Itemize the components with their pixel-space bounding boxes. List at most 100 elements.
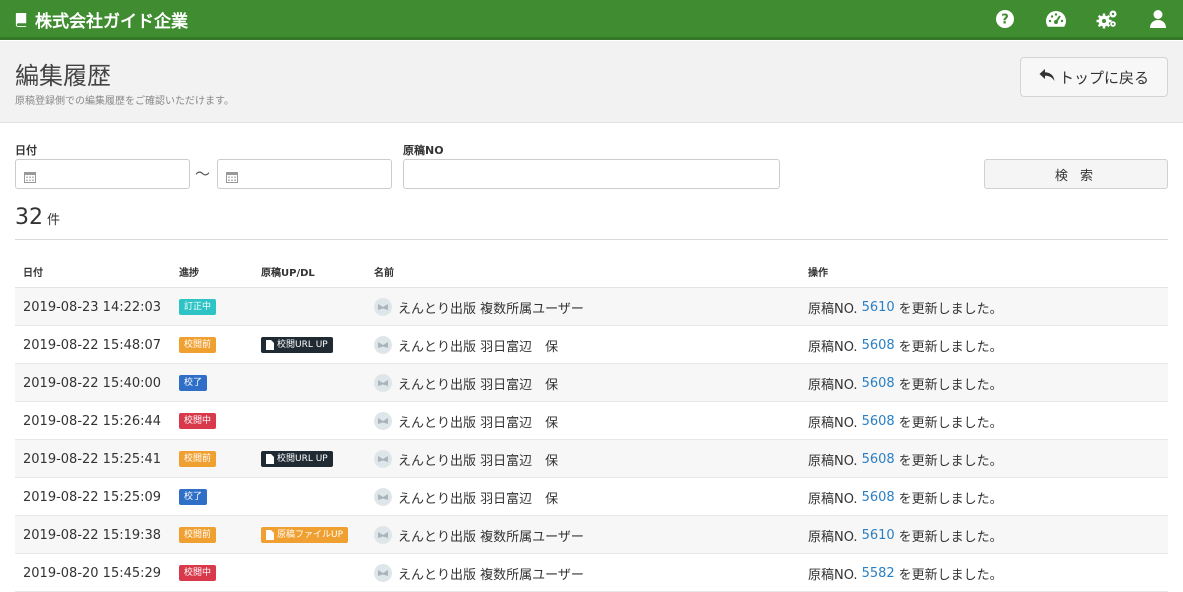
table-row: 2019-08-20 15:45:29 校閲中 えんとり出版 複数所属ユーザー 原稿N… (15, 554, 1168, 592)
op-prefix: 原稿NO. (808, 301, 858, 317)
row-name-cell: えんとり出版 羽日富辺 保 (374, 326, 558, 364)
op-prefix: 原稿NO. (808, 339, 858, 355)
row-status-cell: 校了 (179, 364, 208, 402)
manuscript-no-link[interactable]: 5608 (862, 490, 895, 505)
row-date: 2019-08-22 15:25:41 (23, 451, 162, 467)
calendar-icon (226, 168, 238, 187)
date-range-separator: 〜 (195, 165, 211, 183)
manuscript-no-link[interactable]: 5608 (862, 452, 895, 467)
row-operation: 原稿NO. 5582 を更新しました。 (808, 554, 1003, 592)
row-user-name: えんとり出版 羽日富辺 保 (398, 415, 559, 431)
op-prefix: 原稿NO. (808, 415, 858, 431)
op-suffix: を更新しました。 (898, 377, 1003, 393)
status-badge: 校閲前 (179, 451, 217, 467)
avatar-icon (374, 488, 392, 506)
manuscript-no-link[interactable]: 5610 (862, 528, 895, 543)
back-button-label: トップに戻る (1058, 68, 1149, 87)
row-operation: 原稿NO. 5608 を更新しました。 (808, 440, 1003, 478)
row-name-cell: えんとり出版 複数所属ユーザー (374, 516, 584, 554)
manuscript-no-link[interactable]: 5608 (862, 414, 895, 429)
row-name-cell: えんとり出版 羽日富辺 保 (374, 440, 558, 478)
manuscript-no-link[interactable]: 5608 (862, 376, 895, 391)
date-from-input[interactable] (15, 159, 190, 189)
status-badge: 校閲中 (179, 565, 217, 581)
brand-name: 株式会社ガイド企業 (35, 11, 188, 32)
status-badge: 校閲前 (179, 337, 217, 353)
book-icon (14, 12, 29, 27)
op-prefix: 原稿NO. (808, 567, 858, 583)
op-suffix: を更新しました。 (898, 529, 1003, 545)
divider (15, 239, 1168, 240)
result-count-unit: 件 (47, 213, 61, 228)
row-status-cell: 校了 (179, 478, 208, 516)
header-updl: 原稿UP/DL (261, 268, 315, 279)
row-name-cell: えんとり出版 羽日富辺 保 (374, 364, 558, 402)
row-user-name: えんとり出版 複数所属ユーザー (398, 529, 584, 545)
date-to-input[interactable] (217, 159, 392, 189)
manuscript-no-link[interactable]: 5582 (862, 566, 895, 581)
row-date: 2019-08-22 15:25:09 (23, 489, 162, 505)
table-row: 2019-08-22 15:25:09 校了 えんとり出版 羽日富辺 保 原稿NO. 5… (15, 478, 1168, 516)
row-date: 2019-08-22 15:40:00 (23, 375, 162, 391)
updl-badge[interactable]: 校閲URL UP (261, 451, 333, 467)
row-operation: 原稿NO. 5610 を更新しました。 (808, 516, 1003, 554)
row-operation: 原稿NO. 5608 を更新しました。 (808, 326, 1003, 364)
table-row: 2019-08-22 15:48:07 校閲前 校閲URL UP えんとり出版 羽日富… (15, 326, 1168, 364)
row-name-cell: えんとり出版 複数所属ユーザー (374, 554, 584, 592)
row-updl-cell: 原稿ファイルUP (261, 516, 349, 554)
row-updl-cell: 校閲URL UP (261, 326, 333, 364)
row-name-cell: えんとり出版 複数所属ユーザー (374, 288, 584, 326)
op-suffix: を更新しました。 (898, 491, 1003, 507)
row-status-cell: 校閲前 (179, 440, 217, 478)
result-count: 32 件 (15, 205, 60, 230)
row-operation: 原稿NO. 5608 を更新しました。 (808, 364, 1003, 402)
table-row: 2019-08-22 15:26:44 校閲中 えんとり出版 羽日富辺 保 原稿NO.… (15, 402, 1168, 440)
result-count-value: 32 (15, 205, 43, 230)
page-description: 原稿登録側での編集履歴をご確認いただけます。 (15, 96, 234, 107)
op-prefix: 原稿NO. (808, 377, 858, 393)
row-date: 2019-08-22 15:19:38 (23, 527, 162, 543)
search-button[interactable]: 検 索 (984, 159, 1168, 189)
dashboard-icon[interactable] (1045, 8, 1067, 30)
status-badge: 校閲前 (179, 527, 217, 543)
row-name-cell: えんとり出版 羽日富辺 保 (374, 478, 558, 516)
table-row: 2019-08-22 15:19:38 校閲前 原稿ファイルUP えんとり出版 複数所… (15, 516, 1168, 554)
op-prefix: 原稿NO. (808, 491, 858, 507)
op-prefix: 原稿NO. (808, 529, 858, 545)
avatar-icon (374, 526, 392, 544)
op-suffix: を更新しました。 (898, 567, 1003, 583)
avatar-icon (374, 450, 392, 468)
table-row: 2019-08-22 15:25:41 校閲前 校閲URL UP えんとり出版 羽日富… (15, 440, 1168, 478)
status-badge: 校了 (179, 489, 208, 505)
updl-label: 校閲URL UP (277, 454, 328, 464)
updl-badge[interactable]: 校閲URL UP (261, 337, 333, 353)
avatar-icon (374, 374, 392, 392)
file-icon (266, 454, 274, 464)
row-operation: 原稿NO. 5608 を更新しました。 (808, 402, 1003, 440)
manuscript-no-input[interactable] (403, 159, 780, 189)
row-updl-cell: 校閲URL UP (261, 440, 333, 478)
settings-icon[interactable] (1096, 8, 1118, 30)
user-icon[interactable] (1147, 8, 1169, 30)
header-date: 日付 (23, 268, 43, 279)
row-date: 2019-08-22 15:26:44 (23, 413, 162, 429)
avatar-icon (374, 336, 392, 354)
row-status-cell: 校閲中 (179, 402, 217, 440)
row-user-name: えんとり出版 羽日富辺 保 (398, 377, 559, 393)
row-user-name: えんとり出版 羽日富辺 保 (398, 491, 559, 507)
status-badge: 校了 (179, 375, 208, 391)
back-to-top-button[interactable]: トップに戻る (1020, 57, 1168, 97)
table-header: 日付 進捗 原稿UP/DL 名前 操作 (15, 250, 1168, 288)
brand[interactable]: 株式会社ガイド企業 (14, 0, 188, 38)
manuscript-no-link[interactable]: 5610 (862, 300, 895, 315)
avatar-icon (374, 298, 392, 316)
file-icon (266, 530, 274, 540)
row-operation: 原稿NO. 5610 を更新しました。 (808, 288, 1003, 326)
row-operation: 原稿NO. 5608 を更新しました。 (808, 478, 1003, 516)
row-user-name: えんとり出版 羽日富辺 保 (398, 339, 559, 355)
op-prefix: 原稿NO. (808, 453, 858, 469)
manuscript-no-link[interactable]: 5608 (862, 338, 895, 353)
help-icon[interactable]: ? (994, 8, 1016, 30)
updl-badge[interactable]: 原稿ファイルUP (261, 527, 349, 543)
row-user-name: えんとり出版 複数所属ユーザー (398, 301, 584, 317)
